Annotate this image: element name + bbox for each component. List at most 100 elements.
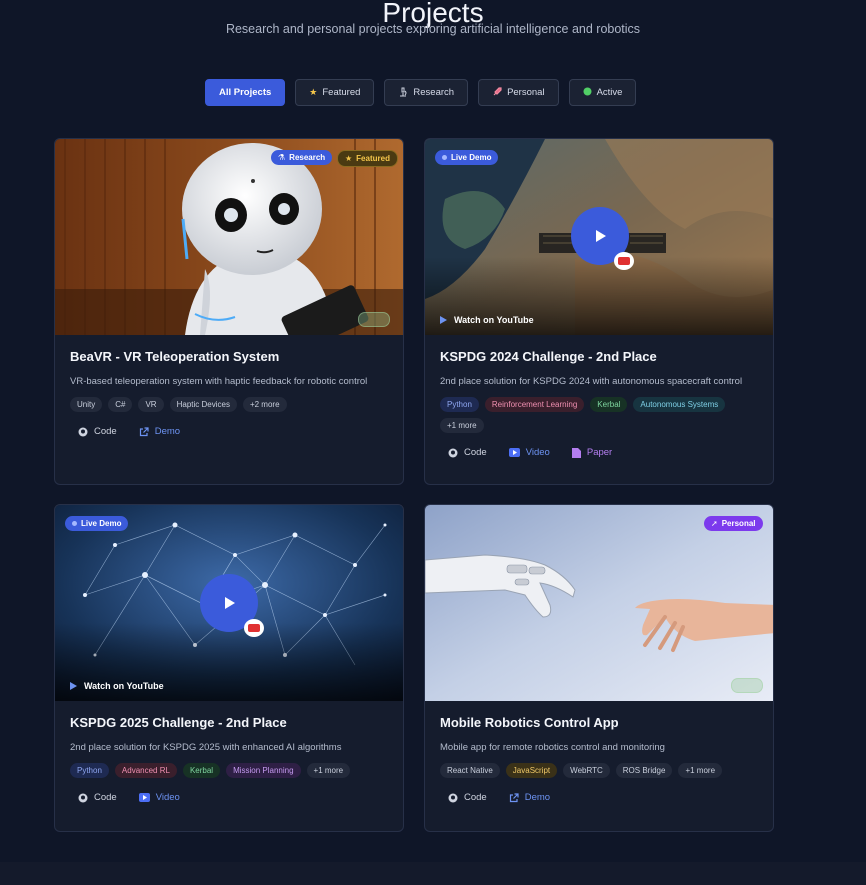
project-links: Code Video Paper <box>440 447 758 458</box>
project-links: Code Demo <box>70 426 388 437</box>
link-label: Video <box>155 792 180 803</box>
status-pill <box>358 312 390 327</box>
link-label: Code <box>464 792 487 803</box>
live-demo-badge: Live Demo <box>435 150 499 165</box>
footer-band <box>0 862 866 885</box>
code-link[interactable]: Code <box>448 792 487 803</box>
filter-label: Active <box>596 87 623 98</box>
filter-label: Personal <box>507 87 545 98</box>
research-badge: ⚗ Research <box>271 150 333 165</box>
project-links: Code Demo <box>440 792 758 803</box>
video-link[interactable]: Video <box>138 792 180 803</box>
tag-list: Unity C# VR Haptic Devices +2 more <box>70 397 388 412</box>
github-icon <box>448 448 458 457</box>
link-label: Code <box>94 426 117 437</box>
watch-label: Watch on YouTube <box>454 315 534 325</box>
more-tags[interactable]: +2 more <box>242 397 287 412</box>
play-small-icon <box>440 316 447 324</box>
link-label: Paper <box>586 447 613 458</box>
project-thumbnail: ➚ Personal <box>425 505 773 701</box>
more-tags[interactable]: +1 more <box>440 418 484 433</box>
link-label: Code <box>94 792 117 803</box>
external-link-icon <box>509 792 519 802</box>
green-circle-icon <box>583 87 592 98</box>
code-link[interactable]: Code <box>78 426 117 437</box>
tag: WebRTC <box>563 763 610 778</box>
tag: Kerbal <box>590 397 628 412</box>
filter-label: Featured <box>322 87 361 98</box>
star-icon: ★ <box>309 87 318 97</box>
watch-on-youtube[interactable]: Watch on YouTube <box>439 315 534 325</box>
tag: JavaScript <box>505 763 558 778</box>
tag: Mission Planning <box>226 763 301 778</box>
project-title: BeaVR - VR Teleoperation System <box>70 349 280 364</box>
video-link[interactable]: Video <box>508 447 550 458</box>
tag: Haptic Devices <box>169 397 237 412</box>
personal-badge: ➚ Personal <box>704 516 763 531</box>
more-tags[interactable]: +1 more <box>678 763 723 778</box>
project-links: Code Video <box>70 792 388 803</box>
watch-on-youtube[interactable]: Watch on YouTube <box>69 681 164 691</box>
play-small-icon <box>70 682 77 690</box>
paper-link[interactable]: Paper <box>571 447 613 458</box>
project-card-kspdg-2025[interactable]: Live Demo Watch on YouTube KSPDG 2025 Ch… <box>54 504 404 832</box>
project-thumbnail[interactable]: Live Demo Watch on YouTube <box>55 505 403 701</box>
youtube-icon <box>614 252 634 270</box>
badge-label: Personal <box>721 519 756 528</box>
link-label: Video <box>525 447 550 458</box>
tag: C# <box>108 397 133 412</box>
project-description: 2nd place solution for KSPDG 2025 with e… <box>70 742 342 753</box>
filter-bar: All Projects ★ Featured Research Persona… <box>205 79 637 106</box>
video-icon <box>508 448 520 457</box>
video-icon <box>138 793 150 802</box>
microscope-icon <box>398 87 408 99</box>
filter-featured[interactable]: ★ Featured <box>295 79 375 106</box>
tag-list: React Native JavaScript WebRTC ROS Bridg… <box>440 763 758 778</box>
tag: VR <box>138 397 164 412</box>
project-title: KSPDG 2024 Challenge - 2nd Place <box>440 349 657 364</box>
project-description: VR-based teleoperation system with hapti… <box>70 376 368 387</box>
badge-label: Live Demo <box>451 153 492 162</box>
play-icon <box>225 597 235 609</box>
github-icon <box>78 793 88 802</box>
watch-label: Watch on YouTube <box>84 681 164 691</box>
status-pill <box>731 678 763 693</box>
tag: Reinforcement Learning <box>484 397 585 412</box>
project-title: KSPDG 2025 Challenge - 2nd Place <box>70 715 287 730</box>
play-icon <box>596 230 606 242</box>
tag: Advanced RL <box>114 763 177 778</box>
tag-list: Python Advanced RL Kerbal Mission Planni… <box>70 763 388 778</box>
tag: Unity <box>70 397 103 412</box>
github-icon <box>448 793 458 802</box>
project-description: Mobile app for remote robotics control a… <box>440 742 665 753</box>
project-thumbnail[interactable]: Live Demo Watch on YouTube <box>425 139 773 335</box>
robot-image <box>55 139 403 335</box>
filter-active[interactable]: Active <box>568 79 637 106</box>
youtube-icon <box>244 619 264 637</box>
code-link[interactable]: Code <box>448 447 487 458</box>
demo-link[interactable]: Demo <box>139 426 180 437</box>
page-subtitle: Research and personal projects exploring… <box>225 22 641 36</box>
project-card-kspdg-2024[interactable]: Live Demo Watch on YouTube KSPDG 2024 Ch… <box>424 138 774 485</box>
filter-personal[interactable]: Personal <box>478 79 559 106</box>
live-dot-icon <box>442 155 447 160</box>
tag: Python <box>440 397 479 412</box>
demo-link[interactable]: Demo <box>509 792 550 803</box>
filter-research[interactable]: Research <box>384 79 469 106</box>
code-link[interactable]: Code <box>78 792 117 803</box>
tag: ROS Bridge <box>615 763 673 778</box>
project-card-mobile-robotics[interactable]: ➚ Personal Mobile Robotics Control App M… <box>424 504 774 832</box>
star-icon: ★ <box>345 154 353 163</box>
tag: React Native <box>440 763 500 778</box>
filter-all-projects[interactable]: All Projects <box>205 79 286 106</box>
external-link-icon <box>139 426 149 436</box>
badge-label: Live Demo <box>81 519 122 528</box>
more-tags[interactable]: +1 more <box>306 763 351 778</box>
robot-human-hands-image <box>425 505 773 701</box>
project-thumbnail: ⚗ Research ★ Featured <box>55 139 403 335</box>
github-icon <box>78 427 88 436</box>
live-demo-badge: Live Demo <box>65 516 129 531</box>
link-label: Code <box>464 447 487 458</box>
project-card-beavr[interactable]: ⚗ Research ★ Featured BeaVR - VR Teleope… <box>54 138 404 485</box>
featured-badge: ★ Featured <box>337 150 398 167</box>
